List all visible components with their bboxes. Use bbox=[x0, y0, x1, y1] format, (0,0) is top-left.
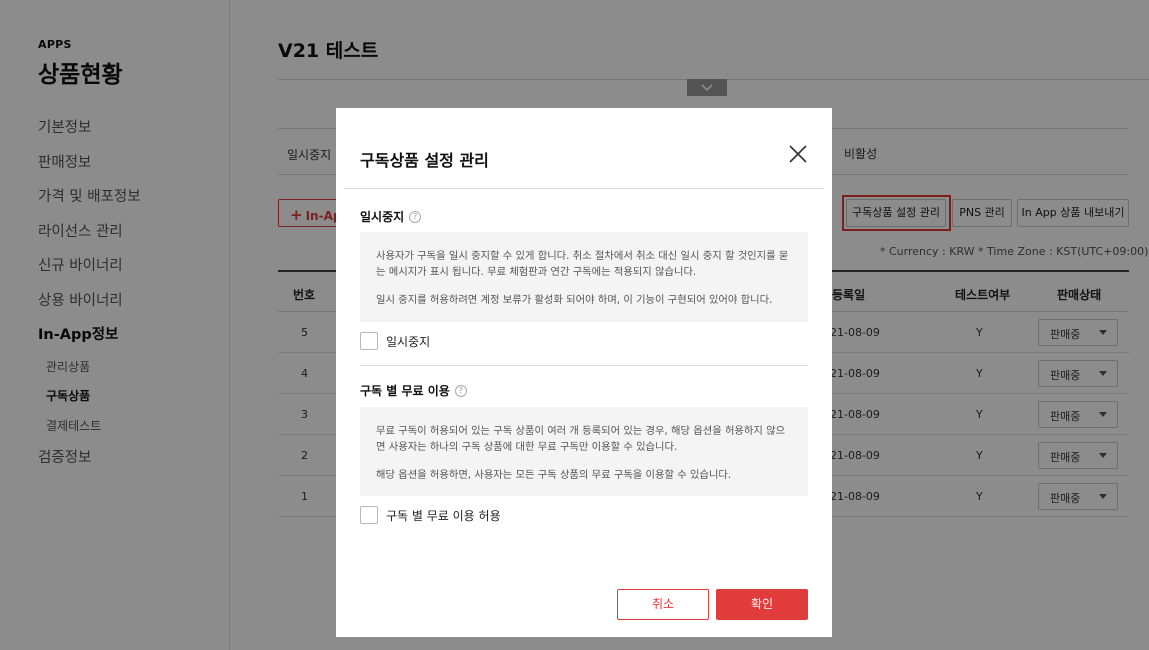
modal-frame: 구독상품 설정 관리 일시중지 ? 사용자가 구독을 일시 중지할 수 있게 합… bbox=[336, 108, 832, 637]
free-trial-section-label: 구독 별 무료 이용 bbox=[360, 384, 450, 398]
free-trial-checkbox-label: 구독 별 무료 이용 허용 bbox=[386, 508, 501, 523]
free-trial-desc-2: 해당 옵션을 허용하면, 사용자는 모든 구독 상품의 무료 구독을 이용할 수… bbox=[376, 469, 732, 481]
close-button[interactable] bbox=[788, 144, 808, 164]
confirm-button[interactable]: 확인 bbox=[716, 589, 808, 620]
free-trial-checkbox-row[interactable]: 구독 별 무료 이용 허용 bbox=[360, 506, 501, 524]
free-trial-description: 무료 구독이 허용되어 있는 구독 상품이 여러 개 등록되어 있는 경우, 해… bbox=[360, 407, 808, 496]
close-icon bbox=[789, 145, 807, 163]
modal-header-divider bbox=[344, 188, 824, 189]
pause-desc-2: 일시 중지를 허용하려면 계정 보류가 활성화 되어야 하며, 이 기능이 구현… bbox=[376, 294, 773, 306]
cancel-button[interactable]: 취소 bbox=[617, 589, 709, 620]
pause-checkbox-row[interactable]: 일시중지 bbox=[360, 332, 430, 350]
subscription-settings-dialog: 구독상품 설정 관리 일시중지 ? 사용자가 구독을 일시 중지할 수 있게 합… bbox=[344, 116, 824, 629]
pause-section-title: 일시중지 ? bbox=[360, 208, 422, 225]
modal-title: 구독상품 설정 관리 bbox=[360, 151, 489, 170]
help-icon[interactable]: ? bbox=[454, 384, 467, 397]
section-divider bbox=[360, 365, 808, 366]
free-trial-section-title: 구독 별 무료 이용 ? bbox=[360, 382, 467, 399]
pause-desc-1: 사용자가 구독을 일시 중지할 수 있게 합니다. 취소 절차에서 취소 대신 … bbox=[376, 250, 789, 278]
free-trial-desc-1: 무료 구독이 허용되어 있는 구독 상품이 여러 개 등록되어 있는 경우, 해… bbox=[376, 425, 786, 453]
help-icon[interactable]: ? bbox=[409, 210, 422, 223]
pause-section-label: 일시중지 bbox=[360, 210, 405, 224]
pause-checkbox-label: 일시중지 bbox=[386, 334, 431, 349]
free-trial-checkbox[interactable] bbox=[360, 506, 378, 524]
pause-description: 사용자가 구독을 일시 중지할 수 있게 합니다. 취소 절차에서 취소 대신 … bbox=[360, 232, 808, 322]
pause-checkbox[interactable] bbox=[360, 332, 378, 350]
